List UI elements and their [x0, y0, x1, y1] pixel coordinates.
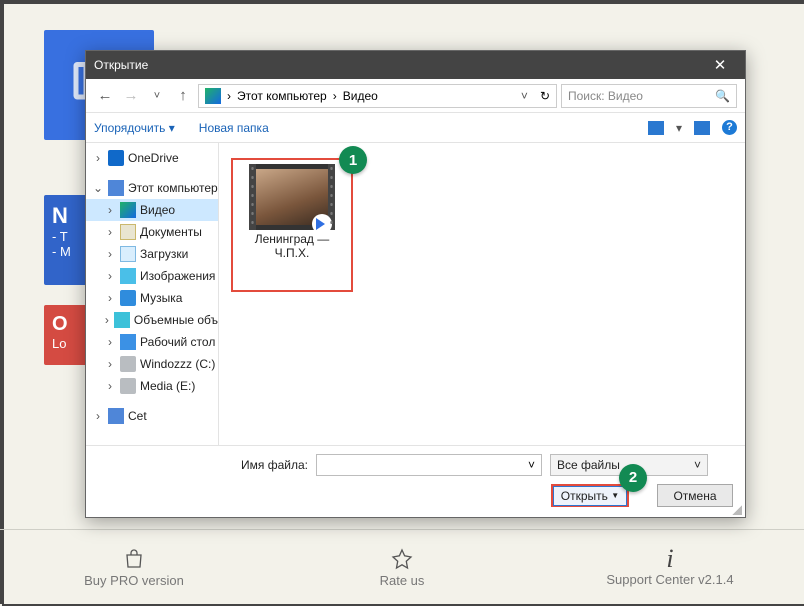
file-label-line2: Ч.П.Х. — [233, 246, 351, 260]
chevron-right-icon: › — [227, 89, 231, 103]
folder-tree[interactable]: ›OneDrive ⌄Этот компьютер ›Видео ›Докуме… — [86, 143, 219, 445]
tree-downloads[interactable]: ›Загрузки — [86, 243, 218, 265]
tree-network[interactable]: ›Сet — [86, 405, 218, 427]
cancel-button[interactable]: Отмена — [657, 484, 733, 507]
tree-documents[interactable]: ›Документы — [86, 221, 218, 243]
footer-support-label: Support Center v2.1.4 — [606, 572, 733, 587]
video-folder-icon — [205, 88, 221, 104]
footer-support[interactable]: i Support Center v2.1.4 — [536, 530, 804, 604]
objects3d-icon — [114, 312, 130, 328]
resize-grip-icon[interactable] — [730, 503, 742, 515]
file-open-dialog: Открытие ✕ ← → ˅ ↑ › Этот компьютер › Ви… — [85, 50, 746, 518]
search-input[interactable]: Поиск: Видео 🔍 — [561, 84, 737, 108]
music-icon — [120, 290, 136, 306]
downloads-icon — [120, 246, 136, 262]
chevron-down-icon: ▾ — [169, 121, 175, 135]
address-dropdown-icon[interactable]: ˅ — [521, 89, 528, 103]
file-item[interactable]: Ленинград — Ч.П.Х. — [231, 158, 353, 292]
images-icon — [120, 268, 136, 284]
help-icon[interactable]: ? — [722, 120, 737, 135]
chevron-right-icon: › — [333, 89, 337, 103]
nav-row: ← → ˅ ↑ › Этот компьютер › Видео ˅ ↻ Пои… — [86, 79, 745, 113]
filename-input[interactable]: ˅ — [316, 454, 542, 476]
callout-2: 2 — [619, 464, 647, 492]
filename-label: Имя файла: — [98, 458, 308, 472]
documents-icon — [120, 224, 136, 240]
dialog-titlebar[interactable]: Открытие ✕ — [86, 51, 745, 79]
chevron-down-icon: ˅ — [694, 458, 701, 472]
video-icon — [120, 202, 136, 218]
tree-video[interactable]: ›Видео — [86, 199, 218, 221]
footer-buy-label: Buy PRO version — [84, 573, 184, 588]
crumb-folder[interactable]: Видео — [343, 89, 378, 103]
view-preview-icon[interactable] — [694, 121, 710, 135]
view-thumbnails-icon[interactable] — [648, 121, 664, 135]
refresh-icon[interactable]: ↻ — [540, 89, 550, 103]
dialog-bottom: Имя файла: ˅ Все файлы ˅ Открыть ▼ 2 Отм… — [86, 445, 745, 517]
video-thumbnail — [249, 164, 335, 230]
chevron-down-icon[interactable]: ▾ — [676, 121, 682, 135]
bag-icon — [122, 547, 146, 571]
tree-music[interactable]: ›Музыка — [86, 287, 218, 309]
footer-buy-pro[interactable]: Buy PRO version — [0, 530, 268, 604]
nav-up-icon[interactable]: ↑ — [172, 87, 194, 104]
tree-images[interactable]: ›Изображения — [86, 265, 218, 287]
app-footer: Buy PRO version Rate us i Support Center… — [0, 529, 804, 604]
crumb-pc[interactable]: Этот компьютер — [237, 89, 327, 103]
toolbar: Упорядочить ▾ Новая папка ▾ ? — [86, 113, 745, 143]
footer-rate-label: Rate us — [380, 573, 425, 588]
chevron-down-icon[interactable]: ˅ — [528, 458, 535, 472]
organize-button[interactable]: Упорядочить ▾ — [94, 121, 175, 135]
star-icon — [390, 547, 414, 571]
tree-this-pc[interactable]: ⌄Этот компьютер — [86, 177, 218, 199]
tree-e-drive[interactable]: ›Media (E:) — [86, 375, 218, 397]
address-bar[interactable]: › Этот компьютер › Видео ˅ ↻ — [198, 84, 557, 108]
callout-1: 1 — [339, 146, 367, 174]
dialog-title: Открытие — [94, 58, 148, 72]
search-placeholder: Поиск: Видео — [568, 89, 643, 103]
footer-rate[interactable]: Rate us — [268, 530, 536, 604]
drive-icon — [120, 378, 136, 394]
file-pane[interactable]: Ленинград — Ч.П.Х. 1 — [219, 143, 745, 445]
tree-onedrive[interactable]: ›OneDrive — [86, 147, 218, 169]
network-icon — [108, 408, 124, 424]
file-label-line1: Ленинград — — [233, 232, 351, 246]
nav-forward-icon: → — [120, 87, 142, 104]
play-overlay-icon — [312, 214, 332, 234]
nav-back-icon[interactable]: ← — [94, 87, 116, 104]
tree-c-drive[interactable]: ›Windozzz (C:) — [86, 353, 218, 375]
search-icon: 🔍 — [715, 89, 730, 103]
cloud-icon — [108, 150, 124, 166]
pc-icon — [108, 180, 124, 196]
tree-3d[interactable]: ›Объемные объ — [86, 309, 218, 331]
new-folder-button[interactable]: Новая папка — [199, 121, 269, 135]
open-button[interactable]: Открыть ▼ — [551, 484, 629, 507]
info-icon: i — [666, 548, 673, 570]
tree-desktop[interactable]: ›Рабочий стол — [86, 331, 218, 353]
close-icon[interactable]: ✕ — [703, 56, 737, 74]
desktop-icon — [120, 334, 136, 350]
drive-icon — [120, 356, 136, 372]
nav-recent-icon[interactable]: ˅ — [146, 90, 168, 102]
